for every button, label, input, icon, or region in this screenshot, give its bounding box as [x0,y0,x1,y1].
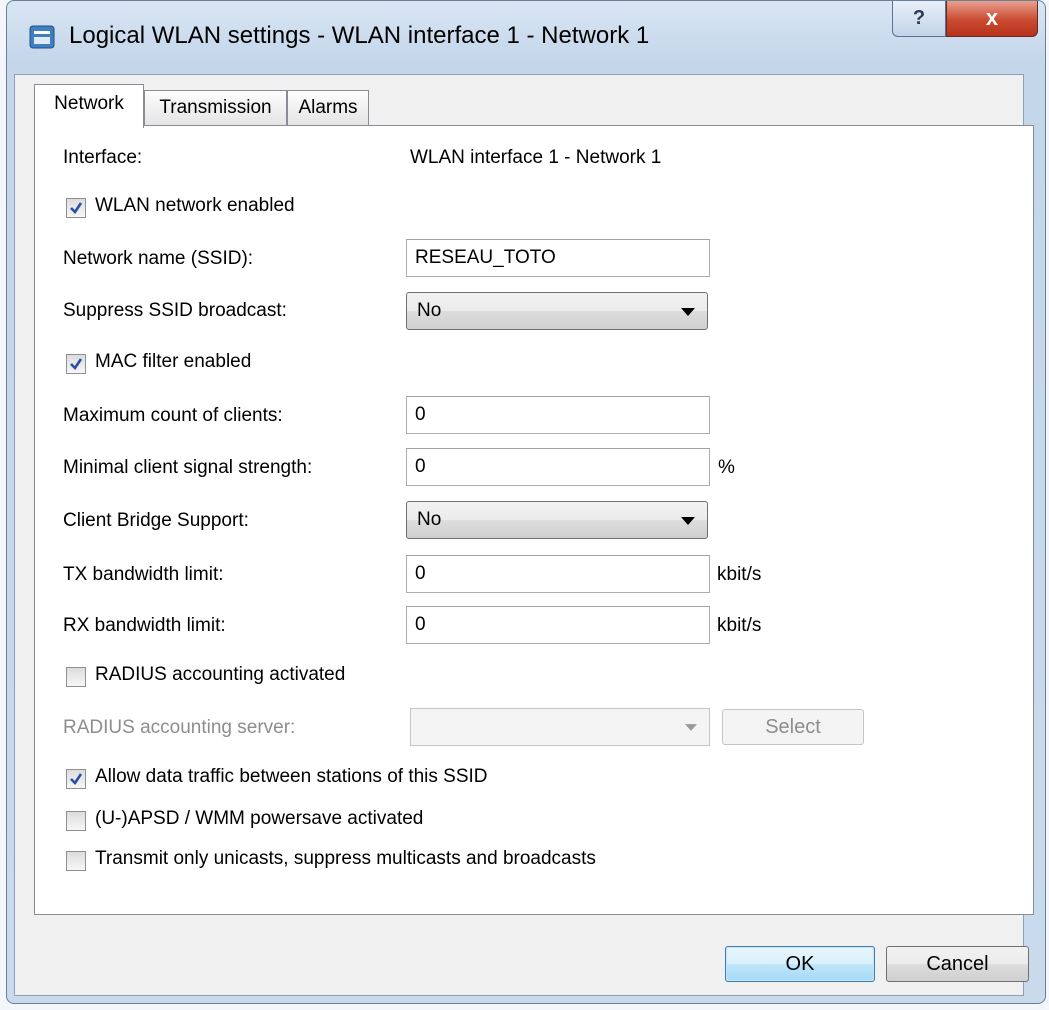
suppress-ssid-value: No [417,300,442,321]
interface-value: WLAN interface 1 - Network 1 [410,147,662,168]
ok-button[interactable]: OK [725,946,875,982]
client-bridge-value: No [417,509,442,530]
ssid-label: Network name (SSID): [63,248,254,269]
tx-limit-input[interactable]: 0 [406,555,710,593]
select-button[interactable]: Select [722,709,864,745]
tx-limit-unit: kbit/s [717,564,762,585]
tx-limit-label: TX bandwidth limit: [63,564,224,585]
allow-traffic-label[interactable]: Allow data traffic between stations of t… [95,766,488,788]
allow-traffic-checkbox[interactable] [66,769,86,789]
radius-server-select[interactable] [410,708,710,746]
radius-accounting-checkbox[interactable] [66,667,86,687]
max-clients-input[interactable]: 0 [406,396,710,434]
rx-limit-unit: kbit/s [717,615,762,636]
rx-limit-label: RX bandwidth limit: [63,615,226,636]
client-bridge-label: Client Bridge Support: [63,510,249,531]
radius-accounting-label[interactable]: RADIUS accounting activated [95,664,345,686]
apsd-checkbox[interactable] [66,811,86,831]
suppress-ssid-label: Suppress SSID broadcast: [63,300,287,321]
chevron-down-icon [685,724,697,731]
min-signal-input[interactable]: 0 [406,448,710,486]
ssid-input[interactable]: RESEAU_TOTO [406,239,710,277]
max-clients-label: Maximum count of clients: [63,405,283,426]
checkmark-icon [70,358,83,371]
wlan-enabled-checkbox[interactable] [66,198,86,218]
mac-filter-checkbox[interactable] [66,354,86,374]
mac-filter-label[interactable]: MAC filter enabled [95,351,251,373]
form-content: Interface: WLAN interface 1 - Network 1 … [0,0,1049,1010]
suppress-ssid-select[interactable]: No [406,292,708,330]
wlan-enabled-label[interactable]: WLAN network enabled [95,195,295,217]
radius-server-label: RADIUS accounting server: [63,717,296,738]
checkmark-icon [70,773,83,786]
apsd-label[interactable]: (U-)APSD / WMM powersave activated [95,808,423,830]
checkmark-icon [70,202,83,215]
min-signal-unit: % [718,457,735,478]
chevron-down-icon [681,308,695,316]
rx-limit-input[interactable]: 0 [406,606,710,644]
min-signal-label: Minimal client signal strength: [63,457,313,478]
unicast-only-label[interactable]: Transmit only unicasts, suppress multica… [95,848,596,870]
client-bridge-select[interactable]: No [406,501,708,539]
chevron-down-icon [681,517,695,525]
cancel-button[interactable]: Cancel [886,946,1029,982]
interface-label: Interface: [63,147,143,168]
unicast-only-checkbox[interactable] [66,851,86,871]
